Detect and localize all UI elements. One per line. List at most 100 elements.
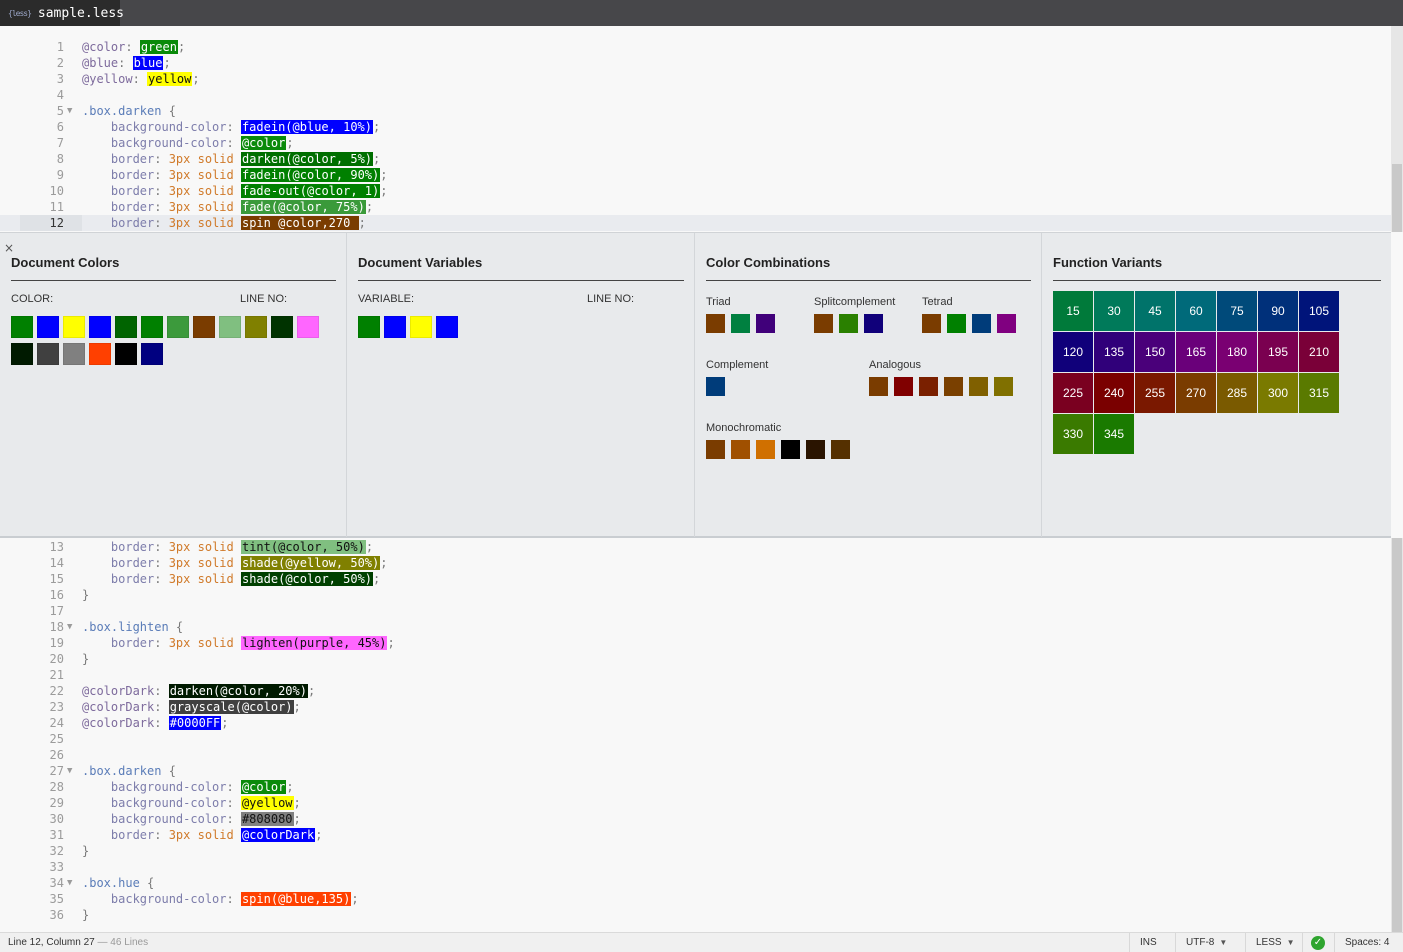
code-line[interactable]: 15 border: 3px solid shade(@color, 50%); bbox=[0, 571, 1391, 587]
splitcomplement-swatch[interactable] bbox=[864, 314, 883, 333]
code-line[interactable]: 14 border: 3px solid shade(@yellow, 50%)… bbox=[0, 555, 1391, 571]
complement-swatch[interactable] bbox=[706, 377, 725, 396]
tetrad-swatch[interactable] bbox=[997, 314, 1016, 333]
function-variant-tile[interactable]: 60 bbox=[1176, 291, 1216, 331]
monochromatic-swatch[interactable] bbox=[781, 440, 800, 459]
color-swatch[interactable] bbox=[37, 343, 59, 365]
triad-swatch[interactable] bbox=[756, 314, 775, 333]
code-line[interactable]: 25 bbox=[0, 731, 1391, 747]
file-tab[interactable]: {less} sample.less bbox=[0, 0, 124, 26]
variable-swatch[interactable] bbox=[358, 316, 380, 338]
code-line[interactable]: 29 background-color: @yellow; bbox=[0, 795, 1391, 811]
fold-arrow-icon[interactable]: ▼ bbox=[67, 875, 72, 891]
encoding-dropdown[interactable]: UTF-8 ▼ bbox=[1175, 933, 1245, 952]
monochromatic-swatch[interactable] bbox=[706, 440, 725, 459]
code-line[interactable]: 22 @colorDark: darken(@color, 20%); bbox=[0, 683, 1391, 699]
code-line[interactable]: 21 bbox=[0, 667, 1391, 683]
tetrad-swatch[interactable] bbox=[947, 314, 966, 333]
function-variant-tile[interactable]: 315 bbox=[1299, 373, 1339, 413]
language-dropdown[interactable]: LESS ▼ bbox=[1245, 933, 1302, 952]
code-line[interactable]: 13 border: 3px solid tint(@color, 50%); bbox=[0, 539, 1391, 555]
code-line[interactable]: 10 border: 3px solid fade-out(@color, 1)… bbox=[0, 183, 1391, 199]
color-swatch[interactable] bbox=[63, 343, 85, 365]
splitcomplement-swatch[interactable] bbox=[839, 314, 858, 333]
color-swatch[interactable] bbox=[297, 316, 319, 338]
function-variant-tile[interactable]: 135 bbox=[1094, 332, 1134, 372]
function-variant-tile[interactable]: 240 bbox=[1094, 373, 1134, 413]
analogous-swatch[interactable] bbox=[969, 377, 988, 396]
function-variant-tile[interactable]: 45 bbox=[1135, 291, 1175, 331]
analogous-swatch[interactable] bbox=[869, 377, 888, 396]
monochromatic-swatch[interactable] bbox=[806, 440, 825, 459]
indent-spaces-setting[interactable]: Spaces: 4 bbox=[1334, 933, 1403, 952]
editor-scrollbar-bottom[interactable] bbox=[1391, 538, 1403, 932]
color-swatch[interactable] bbox=[115, 343, 137, 365]
code-line[interactable]: 8 border: 3px solid darken(@color, 5%); bbox=[0, 151, 1391, 167]
code-line[interactable]: 11 border: 3px solid fade(@color, 75%); bbox=[0, 199, 1391, 215]
color-swatch[interactable] bbox=[141, 316, 163, 338]
code-line[interactable]: 12 border: 3px solid spin @color,270 ; bbox=[0, 215, 1391, 231]
function-variant-tile[interactable]: 330 bbox=[1053, 414, 1093, 454]
color-swatch[interactable] bbox=[11, 343, 33, 365]
analogous-swatch[interactable] bbox=[919, 377, 938, 396]
linter-status[interactable]: ✓ bbox=[1302, 933, 1334, 952]
fold-arrow-icon[interactable]: ▼ bbox=[67, 763, 72, 779]
function-variant-tile[interactable]: 105 bbox=[1299, 291, 1339, 331]
code-line[interactable]: 7 background-color: @color; bbox=[0, 135, 1391, 151]
variable-swatch[interactable] bbox=[436, 316, 458, 338]
code-line[interactable]: 17 bbox=[0, 603, 1391, 619]
editor-scrollbar-top[interactable] bbox=[1391, 26, 1403, 232]
color-swatch[interactable] bbox=[141, 343, 163, 365]
function-variant-tile[interactable]: 165 bbox=[1176, 332, 1216, 372]
fold-arrow-icon[interactable]: ▼ bbox=[67, 619, 72, 635]
code-editor-bottom[interactable]: 13 border: 3px solid tint(@color, 50%); 1… bbox=[0, 538, 1391, 932]
function-variant-tile[interactable]: 255 bbox=[1135, 373, 1175, 413]
triad-swatch[interactable] bbox=[706, 314, 725, 333]
function-variant-tile[interactable]: 210 bbox=[1299, 332, 1339, 372]
function-variant-tile[interactable]: 270 bbox=[1176, 373, 1216, 413]
code-line[interactable]: 16} bbox=[0, 587, 1391, 603]
code-line[interactable]: 9 border: 3px solid fadein(@color, 90%); bbox=[0, 167, 1391, 183]
monochromatic-swatch[interactable] bbox=[731, 440, 750, 459]
code-line[interactable]: 36} bbox=[0, 907, 1391, 923]
fold-arrow-icon[interactable]: ▼ bbox=[67, 103, 72, 119]
scroll-thumb[interactable] bbox=[1392, 164, 1402, 232]
code-editor-top[interactable]: 1 @color: green; 2 @blue: blue; 3 @yellow: ye… bbox=[0, 26, 1391, 232]
monochromatic-swatch[interactable] bbox=[831, 440, 850, 459]
tetrad-swatch[interactable] bbox=[972, 314, 991, 333]
triad-swatch[interactable] bbox=[731, 314, 750, 333]
code-line[interactable]: 27 ▼ .box.darken { bbox=[0, 763, 1391, 779]
analogous-swatch[interactable] bbox=[994, 377, 1013, 396]
tetrad-swatch[interactable] bbox=[922, 314, 941, 333]
code-line[interactable]: 31 border: 3px solid @colorDark; bbox=[0, 827, 1391, 843]
analogous-swatch[interactable] bbox=[894, 377, 913, 396]
function-variant-tile[interactable]: 15 bbox=[1053, 291, 1093, 331]
color-swatch[interactable] bbox=[245, 316, 267, 338]
monochromatic-swatch[interactable] bbox=[756, 440, 775, 459]
code-line[interactable]: 34 ▼ .box.hue { bbox=[0, 875, 1391, 891]
color-swatch[interactable] bbox=[89, 343, 111, 365]
function-variant-tile[interactable]: 180 bbox=[1217, 332, 1257, 372]
color-swatch[interactable] bbox=[193, 316, 215, 338]
code-line[interactable]: 23 @colorDark: grayscale(@color); bbox=[0, 699, 1391, 715]
code-line[interactable]: 35 background-color: spin(@blue,135); bbox=[0, 891, 1391, 907]
function-variant-tile[interactable]: 120 bbox=[1053, 332, 1093, 372]
color-swatch[interactable] bbox=[271, 316, 293, 338]
color-swatch[interactable] bbox=[11, 316, 33, 338]
code-line[interactable]: 2 @blue: blue; bbox=[0, 55, 1391, 71]
code-line[interactable]: 32} bbox=[0, 843, 1391, 859]
color-swatch[interactable] bbox=[37, 316, 59, 338]
code-line[interactable]: 33 bbox=[0, 859, 1391, 875]
function-variant-tile[interactable]: 90 bbox=[1258, 291, 1298, 331]
code-line[interactable]: 20} bbox=[0, 651, 1391, 667]
color-swatch[interactable] bbox=[167, 316, 189, 338]
code-line[interactable]: 28 background-color: @color; bbox=[0, 779, 1391, 795]
code-line[interactable]: 5 ▼ .box.darken { bbox=[0, 103, 1391, 119]
code-line[interactable]: 30 background-color: #808080; bbox=[0, 811, 1391, 827]
code-line[interactable]: 19 border: 3px solid lighten(purple, 45%… bbox=[0, 635, 1391, 651]
function-variant-tile[interactable]: 225 bbox=[1053, 373, 1093, 413]
insert-mode-toggle[interactable]: INS bbox=[1129, 933, 1175, 952]
code-line[interactable]: 6 background-color: fadein(@blue, 10%); bbox=[0, 119, 1391, 135]
color-swatch[interactable] bbox=[219, 316, 241, 338]
color-swatch[interactable] bbox=[115, 316, 137, 338]
